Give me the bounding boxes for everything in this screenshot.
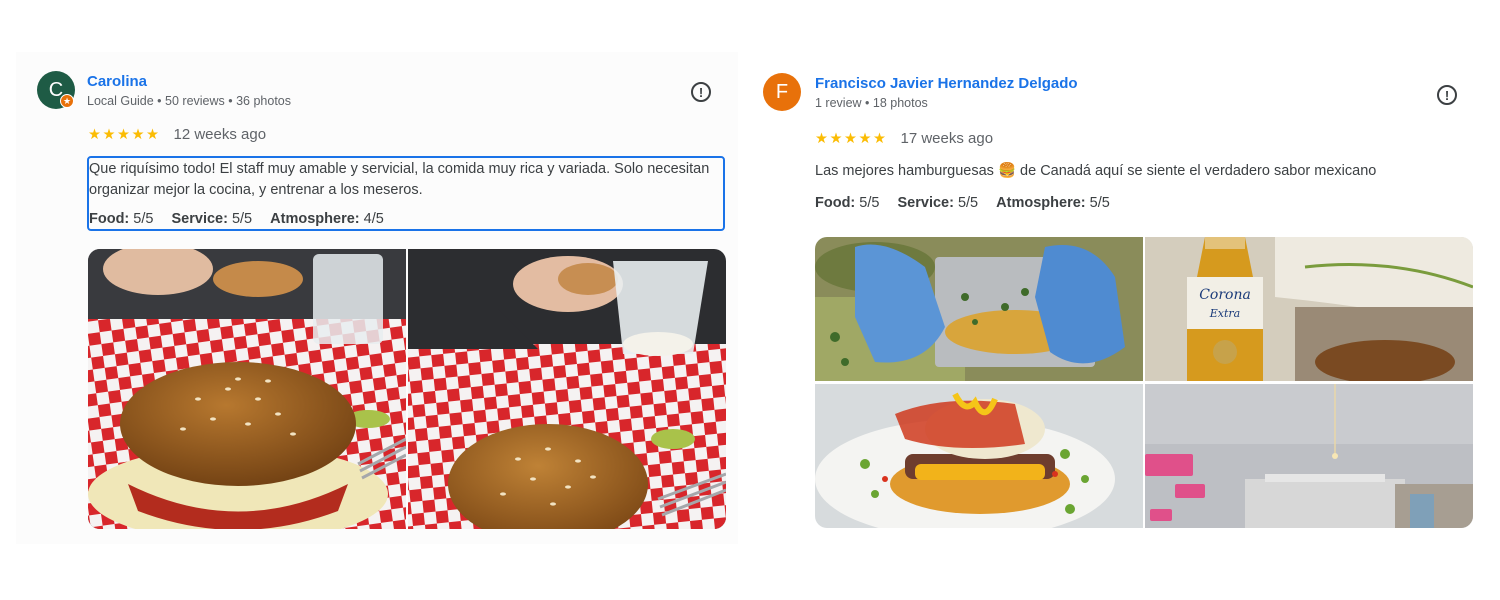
author-meta: 1 review • 18 photos: [815, 96, 928, 110]
star-rating-icon: ★★★★★: [88, 126, 161, 143]
report-flag-icon[interactable]: !: [691, 82, 711, 102]
report-flag-icon[interactable]: !: [1437, 85, 1457, 105]
attr-atmosphere: Atmosphere: 5/5: [996, 195, 1110, 211]
avatar[interactable]: C ★: [37, 71, 75, 109]
local-guide-star-icon: ★: [60, 94, 74, 108]
svg-text:Extra: Extra: [1209, 307, 1240, 320]
review-time: 17 weeks ago: [900, 130, 994, 147]
rating-row: ★★★★★ 12 weeks ago: [88, 126, 266, 143]
attr-service: Service: 5/5: [897, 195, 979, 211]
review-photos: Corona Extra: [815, 237, 1473, 528]
star-rating-icon: ★★★★★: [815, 130, 888, 147]
review-text-focus[interactable]: Que riquísimo todo! El staff muy amable …: [87, 156, 725, 231]
review-photo[interactable]: [88, 249, 406, 529]
review-text: Las mejores hamburguesas 🍔 de Canadá aqu…: [815, 163, 1377, 179]
rating-row: ★★★★★ 17 weeks ago: [815, 130, 993, 147]
review-time: 12 weeks ago: [173, 126, 267, 143]
attr-atmosphere: Atmosphere: 4/5: [270, 211, 384, 227]
review-photos: [88, 249, 726, 529]
review-attributes: Food: 5/5 Service: 5/5 Atmosphere: 4/5: [89, 211, 723, 227]
svg-text:Corona: Corona: [1199, 287, 1251, 303]
review-photo[interactable]: [815, 237, 1143, 381]
review-photo[interactable]: [1145, 384, 1473, 528]
review-attributes: Food: 5/5 Service: 5/5 Atmosphere: 5/5: [815, 195, 1124, 211]
author-meta: Local Guide • 50 reviews • 36 photos: [87, 94, 292, 108]
review-card: C ★ Carolina Local Guide • 50 reviews • …: [16, 52, 738, 544]
author-name[interactable]: Francisco Javier Hernandez Delgado: [815, 75, 1078, 92]
review-photo[interactable]: Corona Extra: [1145, 237, 1473, 381]
review-card: F Francisco Javier Hernandez Delgado 1 r…: [744, 52, 1500, 544]
review-text: Que riquísimo todo! El staff muy amable …: [89, 161, 710, 198]
attr-food: Food: 5/5: [815, 195, 880, 211]
avatar-letter: F: [775, 81, 789, 103]
avatar[interactable]: F: [763, 73, 801, 111]
review-photo[interactable]: [815, 384, 1143, 528]
attr-service: Service: 5/5: [171, 211, 253, 227]
author-name[interactable]: Carolina: [87, 73, 147, 90]
attr-food: Food: 5/5: [89, 211, 154, 227]
review-photo[interactable]: [408, 249, 726, 529]
